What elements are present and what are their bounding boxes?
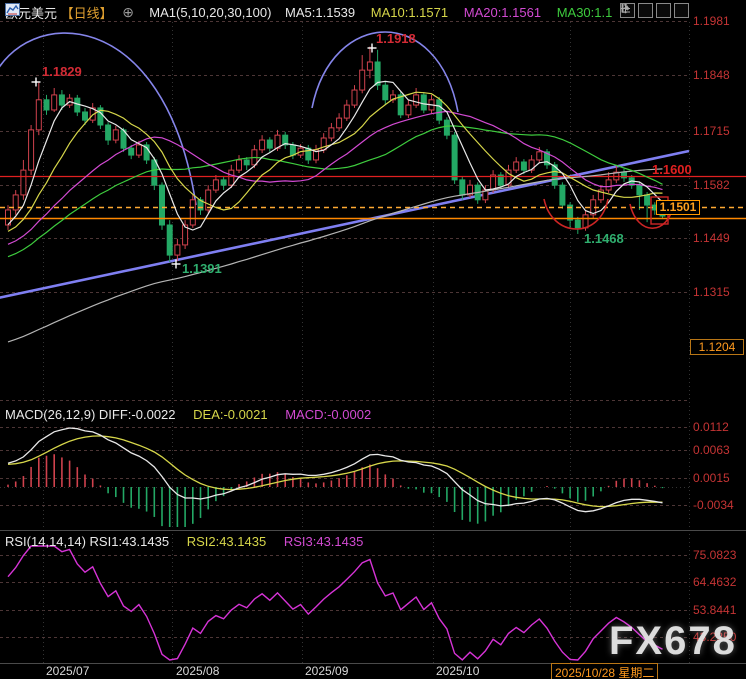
date-label: 2025/07 [46,664,89,678]
ma20-value: MA20:1.1561 [464,5,541,20]
rsi-label-row: RSI(14,14,14) RSI1:43.1435 RSI2:43.1435 … [5,534,377,549]
ma5-value: MA5:1.1539 [285,5,355,20]
current-date-label: 2025/10/28 星期二 [551,663,658,679]
price-annotation: 1.1391 [182,261,222,276]
date-label: 2025/09 [305,664,348,678]
price-annotation: 1.1468 [584,231,624,246]
macd-diff-label: MACD(26,12,9) DIFF:-0.0022 [5,407,176,422]
chart-toolbar [620,3,689,18]
macd-label-row: MACD(26,12,9) DIFF:-0.0022 DEA:-0.0021 M… [5,407,385,422]
rsi2-label: RSI2:43.1435 [187,534,267,549]
rsi3-label: RSI3:43.1435 [284,534,364,549]
low-level-tag: 1.1204 [690,339,744,355]
date-label: 2025/10 [436,664,479,678]
date-axis: 2025/07 2025/08 2025/09 2025/10 2025/10/28 星… [0,663,746,679]
rsi1-label: RSI(14,14,14) RSI1:43.1435 [5,534,169,549]
price-annotation: 1.1918 [376,31,416,46]
chart-header: 欧元美元 【日线】 ⊕ MA1(5,10,20,30,100) MA5:1.15… [5,3,612,21]
macd-dea-label: DEA:-0.0021 [193,407,267,422]
macd-axis-label: 0.0015 [693,471,745,485]
macd-axis-label: 0.0063 [693,443,745,457]
rsi-axis-label: 53.8441 [693,603,745,617]
rsi-axis-label: 64.4632 [693,575,745,589]
last-price-tag: 1.1501 [656,200,700,215]
timeframe-label[interactable]: 【日线】 [61,6,113,21]
price-axis-label: 1.1848 [693,68,745,82]
resistance-level-label: 1.1600 [652,162,692,177]
ma-param-label: MA1(5,10,20,30,100) [149,5,271,20]
ma10-value: MA10:1.1571 [371,5,448,20]
pan-right-icon[interactable] [674,3,689,18]
price-axis-label: 1.1981 [693,14,745,28]
price-axis-label: 1.1715 [693,124,745,138]
add-indicator-icon[interactable]: ⊕ [122,4,134,20]
price-axis-label: 1.1449 [693,231,745,245]
axis-scale-left-icon[interactable] [638,3,653,18]
macd-axis-label: -0.0034 [693,498,745,512]
macd-axis-label: 0.0112 [693,420,745,434]
chart-canvas[interactable] [0,0,746,679]
axis-scale-right-icon[interactable] [656,3,671,18]
price-axis-label: 1.1315 [693,285,745,299]
watermark: FX678 [609,619,737,664]
rsi-axis-label: 75.0823 [693,548,745,562]
price-annotation: 1.1829 [42,64,82,79]
ma30-value: MA30:1.1 [557,5,613,20]
date-label: 2025/08 [176,664,219,678]
price-axis-label: 1.1582 [693,178,745,192]
macd-macd-label: MACD:-0.0002 [285,407,371,422]
chart-window: 欧元美元 【日线】 ⊕ MA1(5,10,20,30,100) MA5:1.15… [0,0,746,679]
